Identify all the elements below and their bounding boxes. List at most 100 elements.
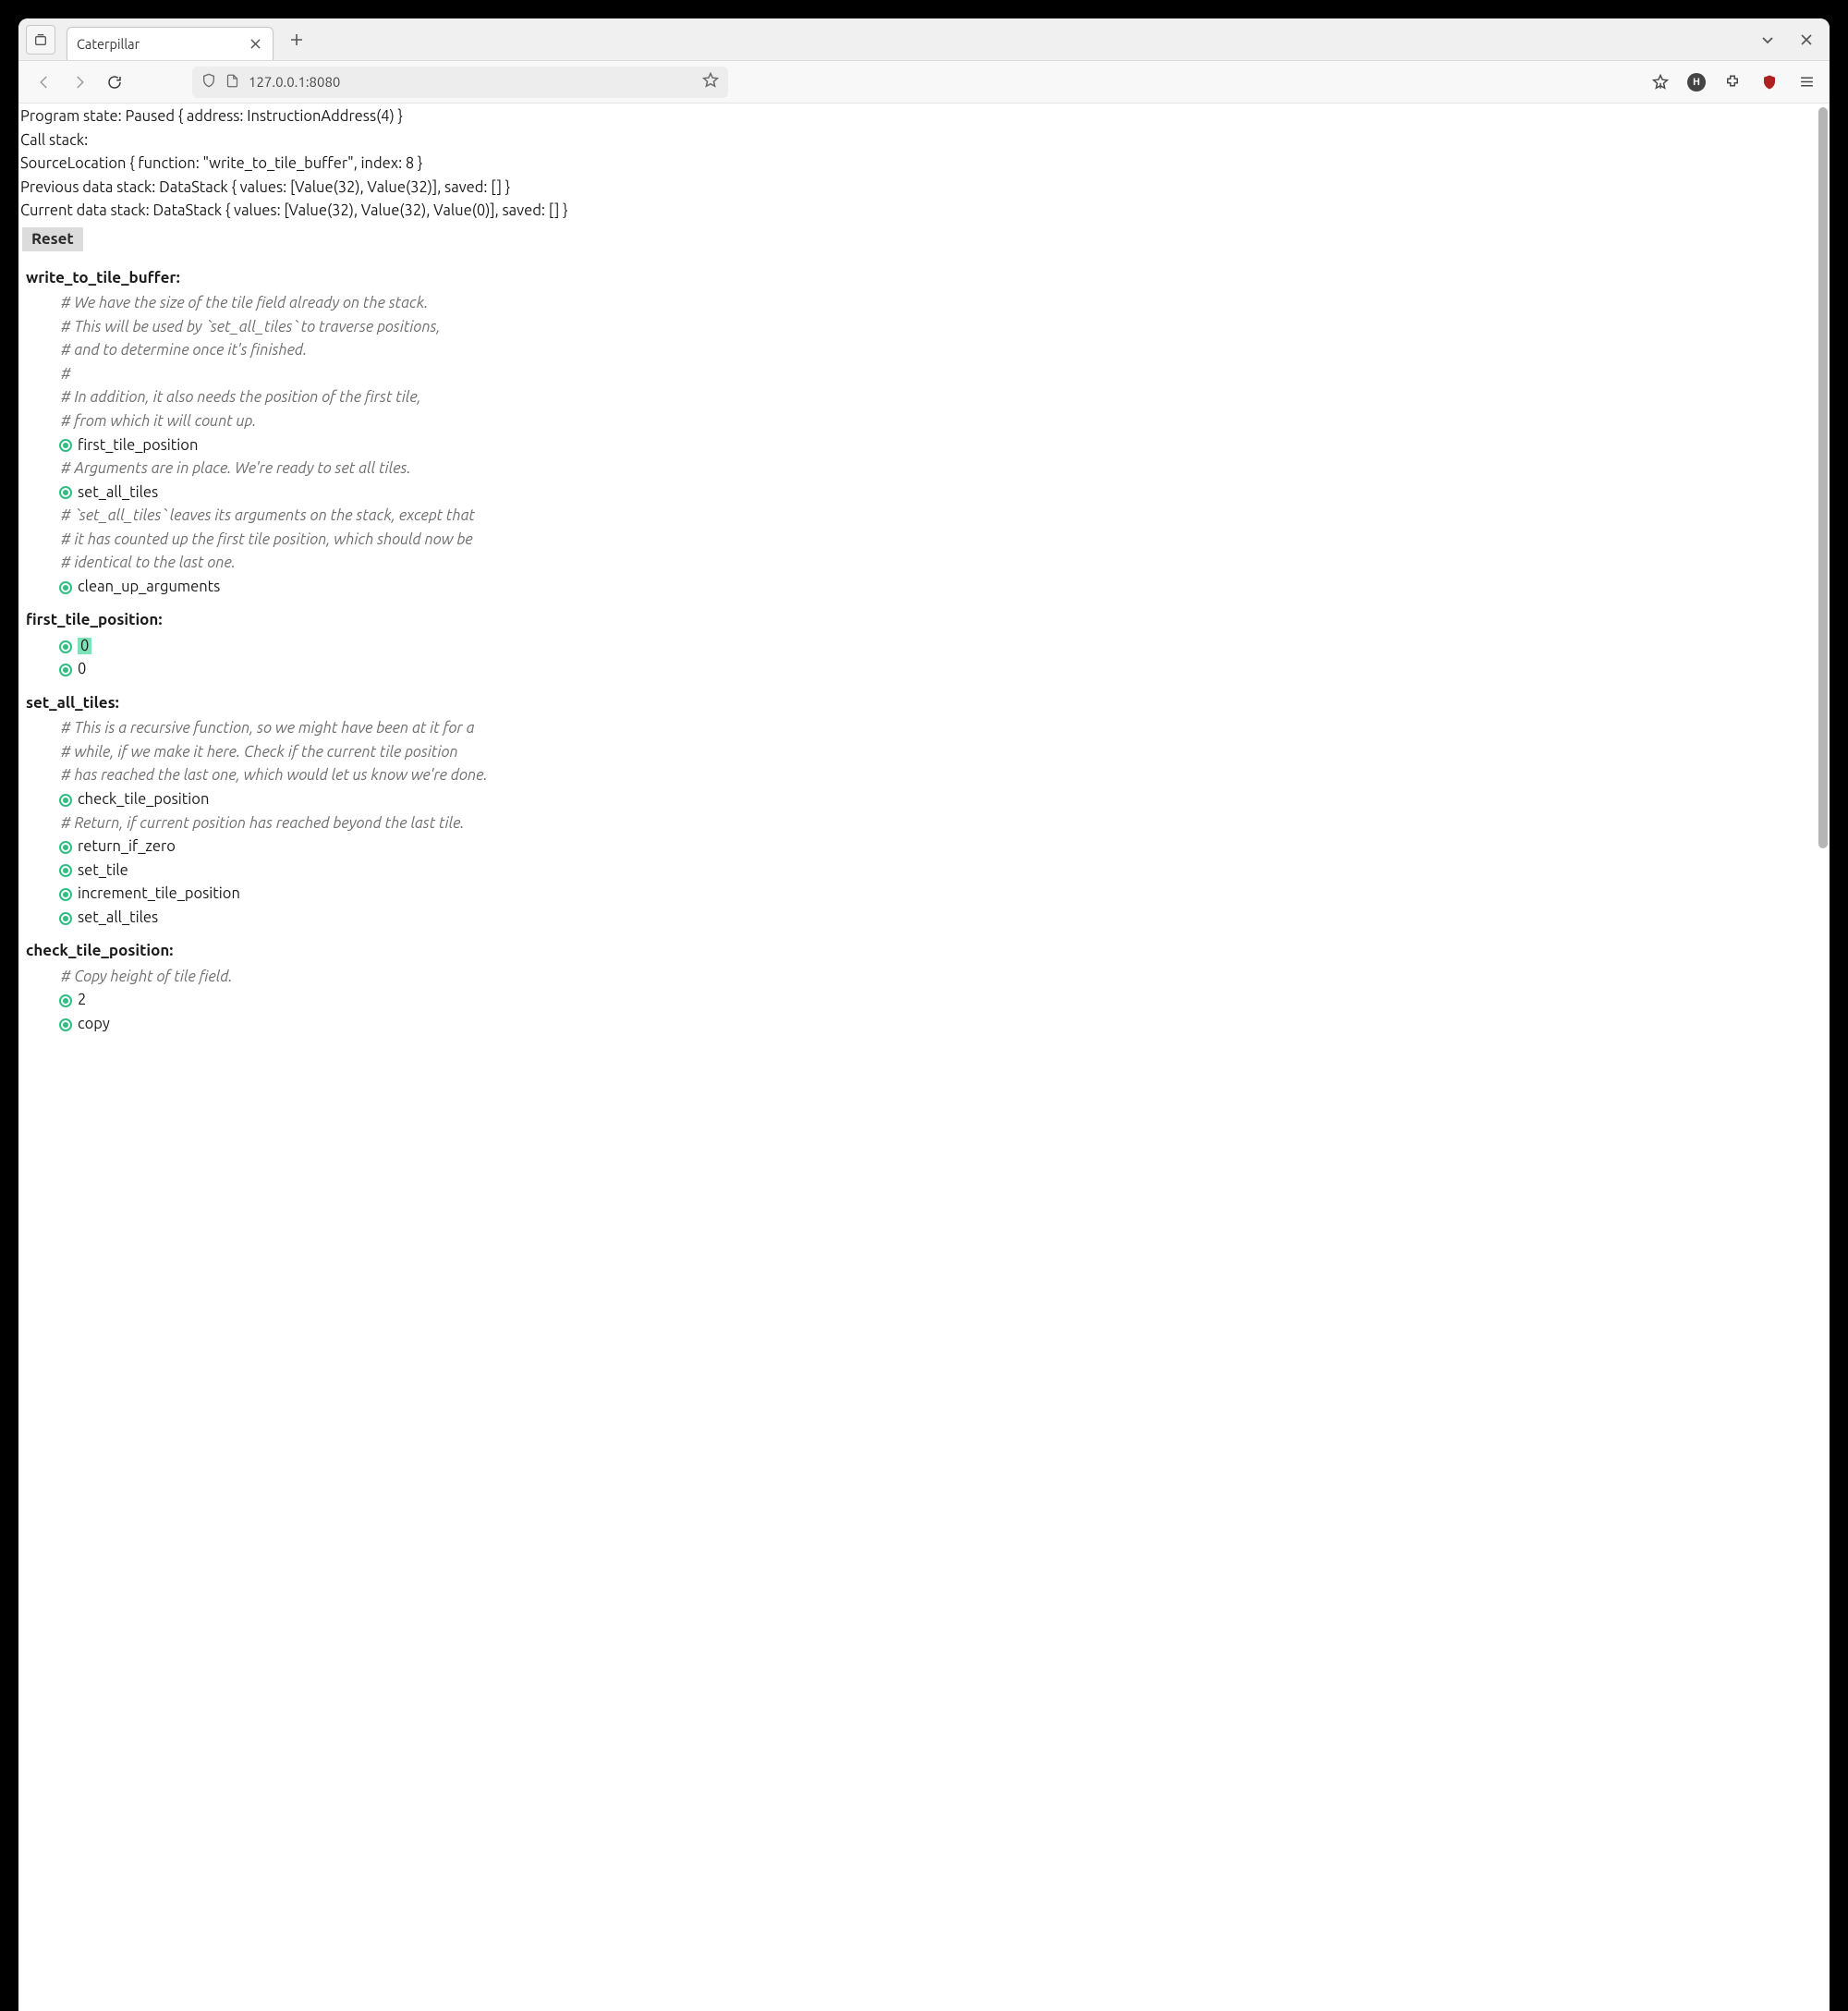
instruction-line: return_if_zero: [18, 835, 1811, 859]
comment-text: # from which it will count up.: [61, 413, 256, 430]
comment-text: # and to determine once it's finished.: [61, 342, 307, 359]
breakpoint-toggle-icon[interactable]: [59, 794, 72, 807]
page-content: Program state: Paused { address: Instruc…: [18, 104, 1811, 2011]
curr-data-stack: Current data stack: DataStack { values: …: [18, 200, 1811, 224]
instruction-text: 2: [78, 992, 86, 1008]
program-state-line: Program state: Paused { address: Instruc…: [18, 105, 1811, 129]
instruction-text: first_tile_position: [78, 437, 198, 454]
back-button[interactable]: [31, 69, 57, 95]
breakpoint-toggle-icon[interactable]: [59, 640, 72, 653]
account-icon[interactable]: H: [1687, 73, 1706, 91]
comment-text: # This will be used by `set_all_tiles` t…: [61, 319, 441, 335]
save-to-pocket-icon[interactable]: [1650, 72, 1671, 92]
breakpoint-toggle-icon[interactable]: [59, 486, 72, 499]
comment-line: # Arguments are in place. We're ready to…: [18, 457, 1811, 481]
prev-data-stack: Previous data stack: DataStack { values:…: [18, 177, 1811, 201]
ublock-icon[interactable]: [1759, 72, 1780, 92]
breakpoint-toggle-icon[interactable]: [59, 994, 72, 1007]
instruction-line: check_tile_position: [18, 788, 1811, 812]
instruction-line: 2: [18, 989, 1811, 1013]
instruction-line: 0: [18, 635, 1811, 659]
comment-text: #: [61, 366, 71, 383]
breakpoint-toggle-icon[interactable]: [59, 664, 72, 676]
scrollbar[interactable]: [1815, 107, 1828, 2007]
call-stack-label: Call stack:: [18, 129, 1811, 153]
comment-line: # and to determine once it's finished.: [18, 339, 1811, 363]
comment-text: # `set_all_tiles` leaves its arguments o…: [61, 507, 475, 524]
comment-text: # has reached the last one, which would …: [61, 767, 488, 784]
function-name: set_all_tiles:: [18, 691, 1811, 715]
close-tab-button[interactable]: [247, 35, 263, 52]
shield-icon: [201, 73, 216, 91]
instruction-text: increment_tile_position: [78, 885, 240, 902]
reset-button[interactable]: Reset: [22, 227, 83, 251]
reload-button[interactable]: [102, 69, 128, 95]
browser-window: Caterpillar: [18, 18, 1830, 2011]
page-viewport: Program state: Paused { address: Instruc…: [18, 104, 1830, 2011]
breakpoint-toggle-icon[interactable]: [59, 1018, 72, 1031]
comment-line: # identical to the last one.: [18, 552, 1811, 576]
instruction-line: clean_up_arguments: [18, 576, 1811, 600]
comment-text: # This is a recursive function, so we mi…: [61, 720, 474, 737]
instruction-text: 0: [78, 661, 86, 677]
instruction-text: set_tile: [78, 862, 128, 879]
list-all-tabs-button[interactable]: [1757, 30, 1778, 50]
breakpoint-toggle-icon[interactable]: [59, 888, 72, 901]
new-tab-button[interactable]: [283, 26, 310, 54]
function-block: set_all_tiles: # This is a recursive func…: [18, 691, 1811, 930]
bookmark-star-icon[interactable]: [702, 72, 719, 91]
function-block: write_to_tile_buffer: # We have the size …: [18, 266, 1811, 600]
comment-line: # while, if we make it here. Check if th…: [18, 741, 1811, 765]
instruction-text: copy: [78, 1016, 110, 1032]
comment-line: # We have the size of the tile field alr…: [18, 292, 1811, 316]
breakpoint-toggle-icon[interactable]: [59, 439, 72, 452]
instruction-line: increment_tile_position: [18, 883, 1811, 907]
page-icon: [225, 74, 239, 91]
instruction-text: set_all_tiles: [78, 909, 158, 926]
function-block: check_tile_position:# Copy height of til…: [18, 939, 1811, 1036]
toolbar: 127.0.0.1:8080 H: [18, 61, 1830, 104]
url-bar[interactable]: 127.0.0.1:8080: [192, 67, 728, 98]
instruction-line: set_tile: [18, 859, 1811, 884]
breakpoint-toggle-icon[interactable]: [59, 841, 72, 854]
close-window-button[interactable]: [1796, 30, 1817, 50]
instruction-text: 0: [78, 638, 91, 654]
instruction-text: set_all_tiles: [78, 484, 158, 501]
comment-text: # Copy height of tile field.: [61, 969, 233, 985]
comment-text: # it has counted up the first tile posit…: [61, 531, 473, 548]
function-name: write_to_tile_buffer:: [18, 266, 1811, 290]
instruction-line: set_all_tiles: [18, 907, 1811, 931]
comment-line: # `set_all_tiles` leaves its arguments o…: [18, 505, 1811, 529]
recent-windows-button[interactable]: [26, 25, 55, 55]
comment-line: # This is a recursive function, so we mi…: [18, 717, 1811, 741]
comment-line: #: [18, 363, 1811, 387]
url-text: 127.0.0.1:8080: [249, 74, 693, 90]
source-location: SourceLocation { function: "write_to_til…: [18, 152, 1811, 177]
app-menu-icon[interactable]: [1796, 72, 1817, 92]
function-block: first_tile_position: 0 0: [18, 608, 1811, 681]
comment-text: # identical to the last one.: [61, 555, 236, 571]
instruction-text: return_if_zero: [78, 838, 176, 855]
comment-line: # from which it will count up.: [18, 410, 1811, 434]
breakpoint-toggle-icon[interactable]: [59, 912, 72, 925]
comment-text: # We have the size of the tile field alr…: [61, 295, 428, 311]
comment-line: # Copy height of tile field.: [18, 966, 1811, 990]
comment-line: # Return, if current position has reache…: [18, 812, 1811, 836]
forward-button[interactable]: [67, 69, 92, 95]
breakpoint-toggle-icon[interactable]: [59, 581, 72, 594]
instruction-text: check_tile_position: [78, 791, 209, 808]
instruction-line: 0: [18, 658, 1811, 682]
comment-text: # while, if we make it here. Check if th…: [61, 744, 458, 761]
browser-tab[interactable]: Caterpillar: [67, 27, 274, 60]
extensions-icon[interactable]: [1722, 72, 1743, 92]
scrollbar-thumb[interactable]: [1818, 107, 1828, 848]
instruction-line: copy: [18, 1013, 1811, 1037]
function-name: first_tile_position:: [18, 608, 1811, 632]
comment-text: # Return, if current position has reache…: [61, 815, 465, 832]
comment-line: # This will be used by `set_all_tiles` t…: [18, 316, 1811, 340]
comment-line: # it has counted up the first tile posit…: [18, 529, 1811, 553]
tab-bar: Caterpillar: [18, 18, 1830, 61]
comment-line: # In addition, it also needs the positio…: [18, 386, 1811, 410]
breakpoint-toggle-icon[interactable]: [59, 864, 72, 877]
comment-text: # Arguments are in place. We're ready to…: [61, 460, 411, 477]
